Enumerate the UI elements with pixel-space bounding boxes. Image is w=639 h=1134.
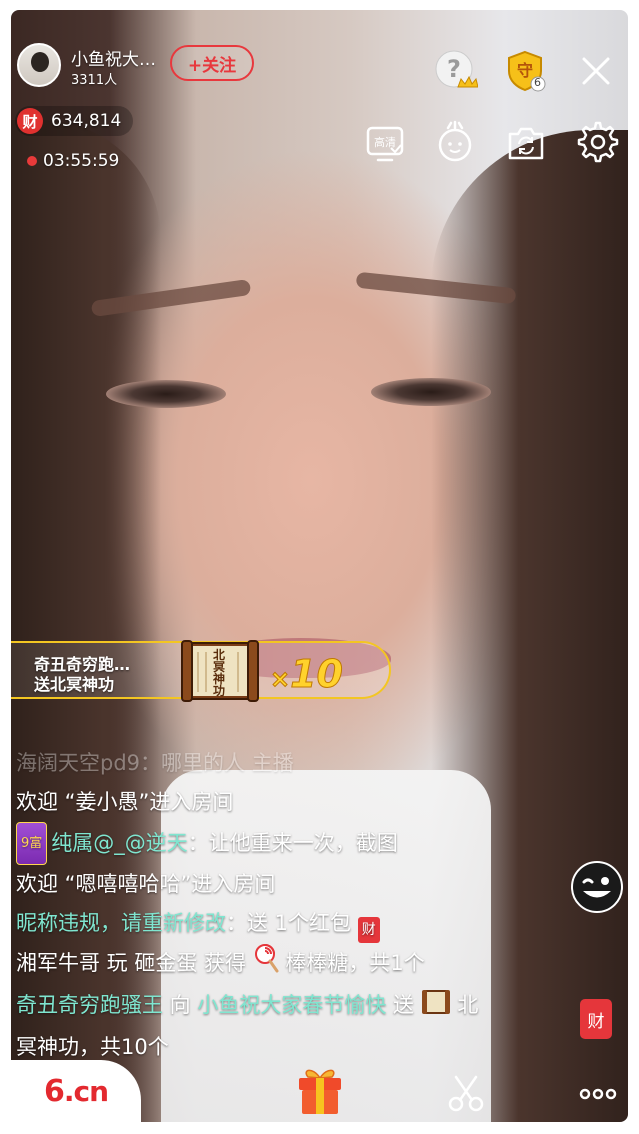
scissors-icon[interactable] xyxy=(446,1074,486,1112)
guard-shield-icon[interactable]: 守 6 xyxy=(503,49,547,93)
fortune-side-button[interactable]: 财 xyxy=(580,999,612,1039)
viewer-count: 3311人 xyxy=(71,73,118,88)
hd-quality-icon[interactable]: 高清 xyxy=(364,122,406,164)
chat-text: 送 xyxy=(386,993,421,1017)
chat-username[interactable]: 奇丑奇穷跑骚王 xyxy=(16,993,163,1017)
chat-message: 奇丑奇穷跑骚王 向 小鱼祝大家春节愉快 送 北 xyxy=(16,986,576,1028)
close-icon[interactable] xyxy=(577,52,615,90)
live-duration: 03:55:59 xyxy=(43,151,120,171)
video-detail xyxy=(106,380,226,408)
book-gift-icon: 北冥神功 xyxy=(180,637,260,703)
guard-level: 6 xyxy=(534,76,541,89)
chat-username[interactable]: 纯属@_@逆天 xyxy=(51,831,188,855)
book-title: 北冥神功 xyxy=(213,648,226,698)
streamer-avatar[interactable] xyxy=(17,43,61,87)
chat-message: 欢迎 “嗯嘻嘻哈哈”进入房间 xyxy=(16,872,276,896)
chat-text: 向 xyxy=(163,993,198,1017)
follow-button[interactable]: +关注 xyxy=(170,45,254,81)
live-indicator-dot xyxy=(27,156,37,166)
gift-box-icon[interactable] xyxy=(296,1064,344,1116)
red-packet-icon: 财 xyxy=(357,917,380,943)
video-detail xyxy=(371,378,491,406)
six-cn-logo[interactable]: 6.cn xyxy=(11,1060,141,1122)
more-dots-icon[interactable] xyxy=(578,1082,618,1106)
logo-domain: .cn xyxy=(63,1074,109,1108)
wealth-level-badge: 9富 xyxy=(16,822,48,865)
camera-switch-icon[interactable] xyxy=(504,122,548,164)
svg-text:守: 守 xyxy=(517,61,533,80)
settings-gear-icon[interactable] xyxy=(576,120,620,164)
svg-text:?: ? xyxy=(447,55,461,83)
logo-text: 6.cn xyxy=(43,1073,109,1109)
help-crown-icon[interactable]: ? xyxy=(434,49,478,93)
chat-message: 欢迎 “姜小愚”进入房间 xyxy=(16,790,234,814)
emoji-wink-icon[interactable] xyxy=(570,860,624,914)
chat-text: 湘军牛哥 玩 砸金蛋 获得 xyxy=(16,951,253,975)
chat-text: ：送 1个红包 xyxy=(226,911,352,935)
screen: 小鱼祝大… 3311人 +关注 财 634,814 03:55:59 ? 守 6… xyxy=(0,0,639,1134)
chat-username[interactable]: 昵称违规，请重新修改 xyxy=(16,911,226,935)
fortune-badge: 财 xyxy=(17,108,43,134)
chat-message: 海阔天空pd9：哪里的人 主播 xyxy=(16,751,294,775)
chat-text: 棒棒糖，共1个 xyxy=(278,951,425,975)
multiplier-value: 10 xyxy=(290,652,344,697)
chat-message: 9富 纯属@_@逆天：让他重来一次，截图 xyxy=(16,822,576,865)
chat-message: 昵称违规，请重新修改：送 1个红包 财 xyxy=(16,904,576,943)
lollipop-icon xyxy=(253,943,279,986)
chat-text: ：让他重来一次，截图 xyxy=(187,831,398,855)
streamer-name[interactable]: 小鱼祝大… xyxy=(71,45,156,70)
chat-list[interactable]: 海阔天空pd9：哪里的人 主播 欢迎 “姜小愚”进入房间 9富 纯属@_@逆天：让… xyxy=(16,744,576,1067)
multiplier-symbol: × xyxy=(269,665,291,694)
logo-main: 6 xyxy=(43,1073,65,1109)
book-gift-icon xyxy=(421,989,451,1028)
chat-message: 湘军牛哥 玩 砸金蛋 获得 棒棒糖，共1个 xyxy=(16,943,576,986)
gift-multiplier: ×10 xyxy=(269,652,344,697)
chat-username[interactable]: 小鱼祝大家春节愉快 xyxy=(197,993,386,1017)
fortune-value: 634,814 xyxy=(51,111,122,131)
hd-label: 高清 xyxy=(374,136,396,149)
face-beauty-icon[interactable] xyxy=(433,120,477,164)
chat-text: 北 xyxy=(450,993,479,1017)
gift-description: 送北冥神功 xyxy=(34,675,115,694)
